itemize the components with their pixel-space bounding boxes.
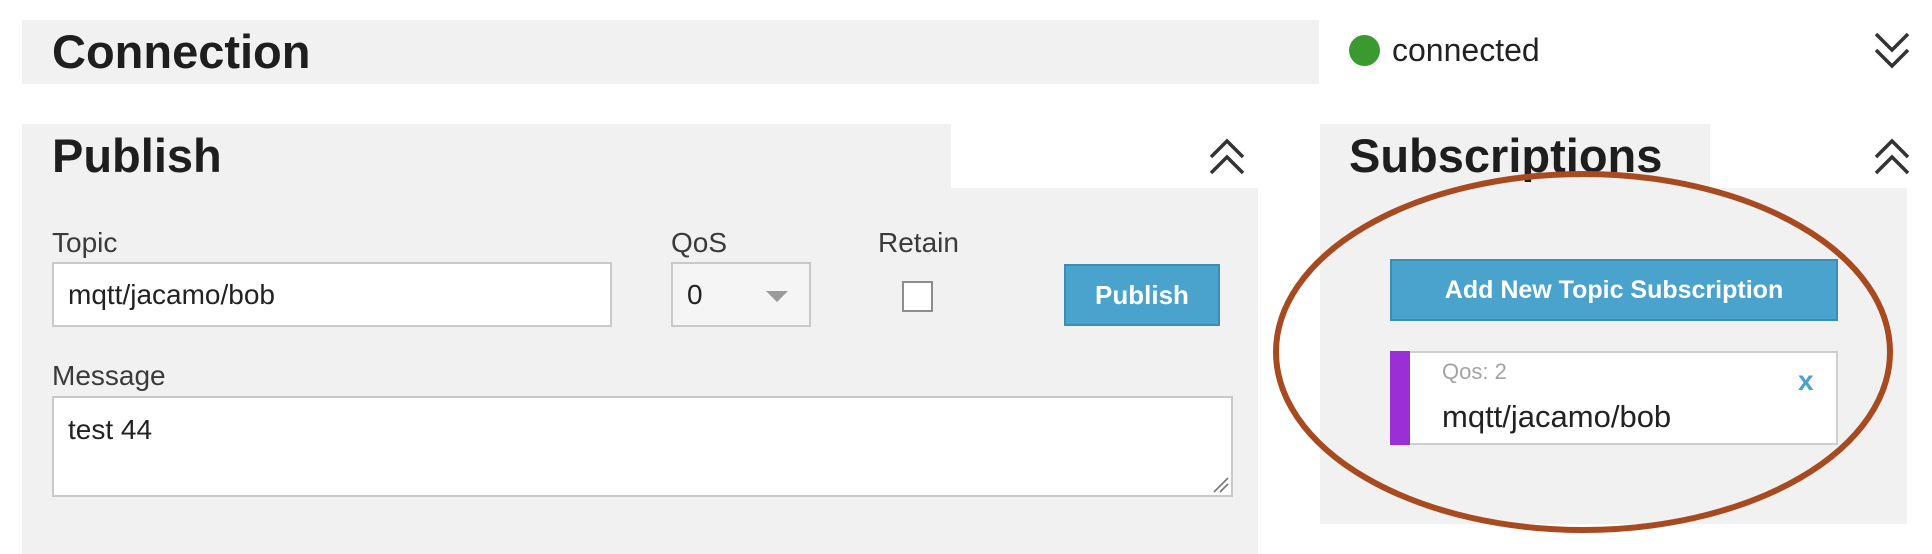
connection-title: Connection — [52, 25, 311, 78]
add-topic-subscription-button[interactable]: Add New Topic Subscription — [1390, 259, 1838, 321]
publish-button[interactable]: Publish — [1064, 264, 1220, 326]
resize-grip-icon[interactable] — [1211, 475, 1229, 493]
connection-status-indicator — [1349, 35, 1380, 66]
retain-checkbox[interactable] — [902, 281, 933, 312]
retain-label: Retain — [878, 227, 959, 258]
unsubscribe-close-icon[interactable]: x — [1798, 364, 1814, 398]
message-label: Message — [52, 360, 166, 391]
subscription-qos: Qos: 2 — [1442, 359, 1507, 384]
subscription-topic: mqtt/jacamo/bob — [1442, 399, 1672, 434]
double-chevron-down-icon[interactable] — [1872, 28, 1912, 74]
qos-select-value: 0 — [687, 279, 703, 310]
dropdown-arrow-icon — [766, 291, 788, 302]
publish-panel — [22, 188, 1258, 554]
double-chevron-up-icon[interactable] — [1872, 133, 1912, 179]
qos-label: QoS — [671, 227, 728, 258]
message-text: test 44 — [68, 414, 153, 445]
connection-status-text: connected — [1392, 32, 1540, 68]
subscriptions-title: Subscriptions — [1349, 129, 1663, 182]
subscription-color-bar — [1390, 351, 1410, 445]
publish-title: Publish — [52, 129, 222, 182]
double-chevron-up-icon[interactable] — [1207, 133, 1247, 179]
topic-label: Topic — [52, 227, 118, 258]
message-textarea[interactable] — [52, 396, 1233, 497]
topic-input[interactable] — [52, 262, 612, 327]
